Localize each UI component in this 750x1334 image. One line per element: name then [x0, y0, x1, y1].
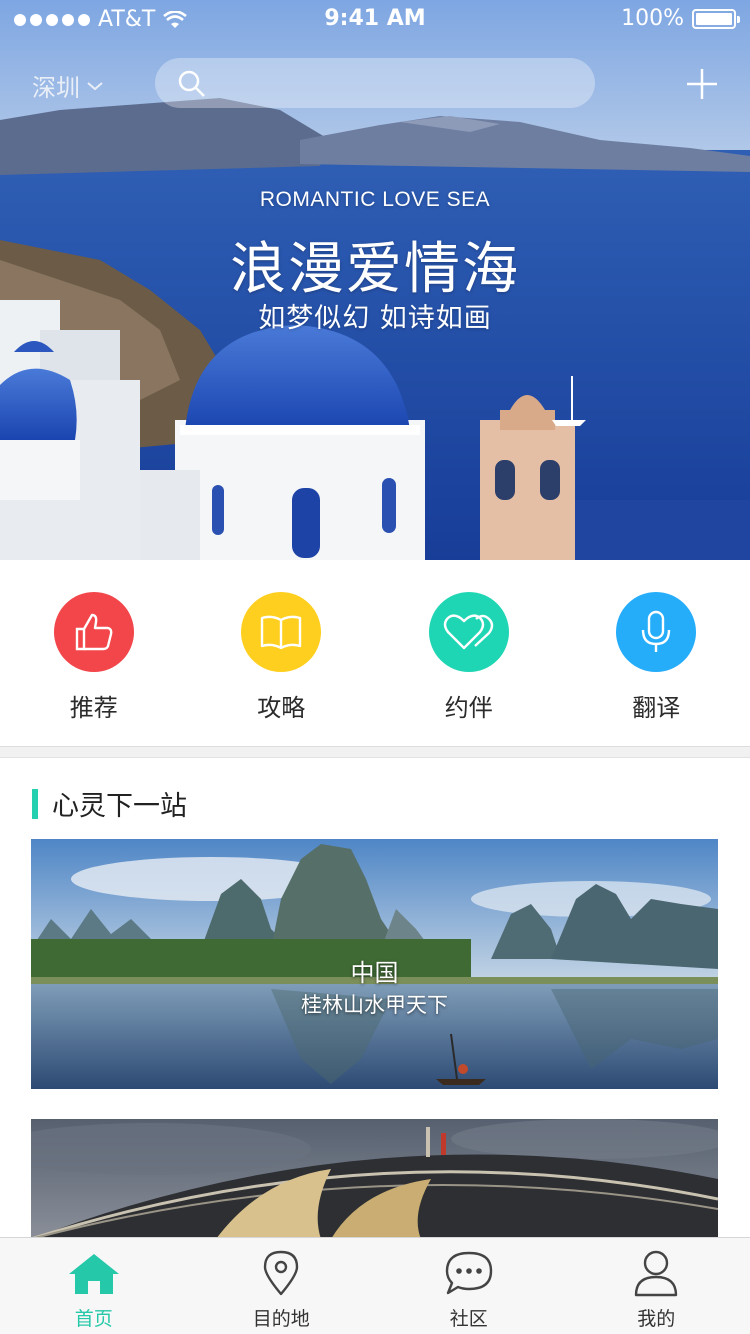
category-label: 攻略: [257, 694, 306, 722]
city-selector[interactable]: 深圳: [32, 68, 104, 103]
category-label: 翻译: [632, 694, 681, 722]
destination-card[interactable]: 中国 桂林山水甲天下: [31, 839, 718, 1089]
search-icon: [178, 70, 205, 97]
category-row: 推荐 攻略 约伴 翻译: [0, 560, 750, 748]
add-icon[interactable]: [684, 66, 720, 102]
hero-title: 浪漫爱情海: [230, 237, 520, 302]
user-icon: [628, 1248, 684, 1298]
status-bar: AT&T 9:41 AM 100%: [0, 0, 750, 40]
section-header: 心灵下一站: [32, 784, 187, 823]
category-translate[interactable]: 翻译: [563, 560, 750, 748]
tab-community[interactable]: 社区: [375, 1238, 563, 1334]
section-divider: [0, 746, 750, 758]
battery-icon: [692, 8, 740, 29]
battery-percent: 100%: [621, 6, 684, 31]
home-icon: [66, 1248, 122, 1298]
section-accent-bar: [32, 788, 38, 819]
card-tagline: 桂林山水甲天下: [301, 993, 448, 1017]
tab-label: 目的地: [252, 1308, 310, 1330]
category-recommend[interactable]: 推荐: [0, 560, 188, 748]
hero-subtitle: 如梦似幻 如诗如画: [258, 303, 492, 334]
section-title: 心灵下一站: [52, 791, 187, 822]
tab-label: 首页: [74, 1308, 113, 1330]
book-icon: [241, 592, 322, 672]
tab-home[interactable]: 首页: [0, 1238, 188, 1334]
hearts-icon: [428, 592, 509, 672]
city-label: 深圳: [32, 74, 80, 102]
search-bar[interactable]: [155, 58, 595, 108]
top-nav: 深圳: [0, 58, 750, 110]
category-label: 推荐: [69, 694, 118, 722]
chat-bubble-icon: [441, 1248, 497, 1298]
tab-profile[interactable]: 我的: [563, 1238, 750, 1334]
category-label: 约伴: [444, 694, 493, 722]
tab-bar: 首页 目的地 社区 我的: [0, 1237, 750, 1334]
hero-english-title: ROMANTIC LOVE SEA: [259, 188, 491, 211]
hero-banner[interactable]: AT&T 9:41 AM 100% 深圳 ROMANTIC LOVE SEA 浪…: [0, 0, 750, 560]
tab-label: 社区: [449, 1308, 488, 1330]
category-guide[interactable]: 攻略: [188, 560, 376, 748]
tab-label: 我的: [637, 1308, 676, 1330]
location-pin-icon: [253, 1248, 309, 1298]
sydney-harbour-image: [31, 1119, 718, 1239]
destination-card[interactable]: [31, 1119, 718, 1239]
tab-destination[interactable]: 目的地: [188, 1238, 376, 1334]
microphone-icon: [616, 592, 697, 672]
thumbs-up-icon: [53, 592, 134, 672]
chevron-down-icon: [87, 81, 103, 90]
card-country: 中国: [350, 959, 399, 987]
category-companion[interactable]: 约伴: [375, 560, 563, 748]
